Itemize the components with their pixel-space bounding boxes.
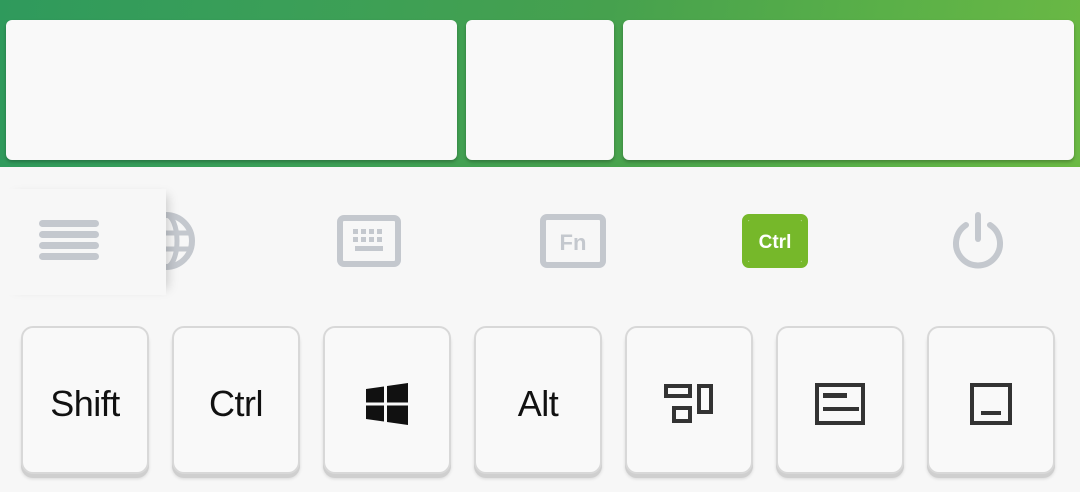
toolbar: Fn Ctrl xyxy=(0,167,1080,317)
alt-key-label: Alt xyxy=(517,383,559,424)
windows-key[interactable] xyxy=(323,326,451,474)
task-view-key[interactable] xyxy=(625,326,753,474)
header-bar xyxy=(0,0,1080,167)
window-key[interactable] xyxy=(776,326,904,474)
panel-mid[interactable] xyxy=(466,20,614,160)
fn-toggle-button[interactable]: Fn xyxy=(537,211,609,271)
task-view-icon xyxy=(664,384,713,423)
fn-key-label: Fn xyxy=(560,230,587,255)
ctrl-key[interactable]: Ctrl xyxy=(172,326,300,474)
windows-logo-icon xyxy=(366,383,408,425)
panel-right[interactable] xyxy=(623,20,1074,160)
modifier-keys-row: Shift Ctrl Alt xyxy=(0,326,1080,486)
shift-key[interactable]: Shift xyxy=(21,326,149,474)
minimize-window-key[interactable] xyxy=(927,326,1055,474)
menu-button[interactable] xyxy=(0,189,166,295)
ctrl-key-label: Ctrl xyxy=(759,232,792,253)
ctrl-key-label: Ctrl xyxy=(209,383,264,424)
menu-icon xyxy=(39,219,99,260)
panel-left[interactable] xyxy=(6,20,457,160)
ctrl-toggle-button[interactable]: Ctrl xyxy=(739,211,811,271)
shift-key-label: Shift xyxy=(50,383,120,424)
keyboard-icon xyxy=(337,215,401,267)
window-icon xyxy=(815,383,865,425)
keyboard-button[interactable] xyxy=(333,211,405,271)
power-button[interactable] xyxy=(942,211,1014,271)
minimize-window-icon xyxy=(970,383,1012,425)
power-icon xyxy=(953,212,1003,269)
ctrl-key-icon: Ctrl xyxy=(742,214,808,268)
alt-key[interactable]: Alt xyxy=(474,326,602,474)
fn-key-icon: Fn xyxy=(540,214,606,268)
